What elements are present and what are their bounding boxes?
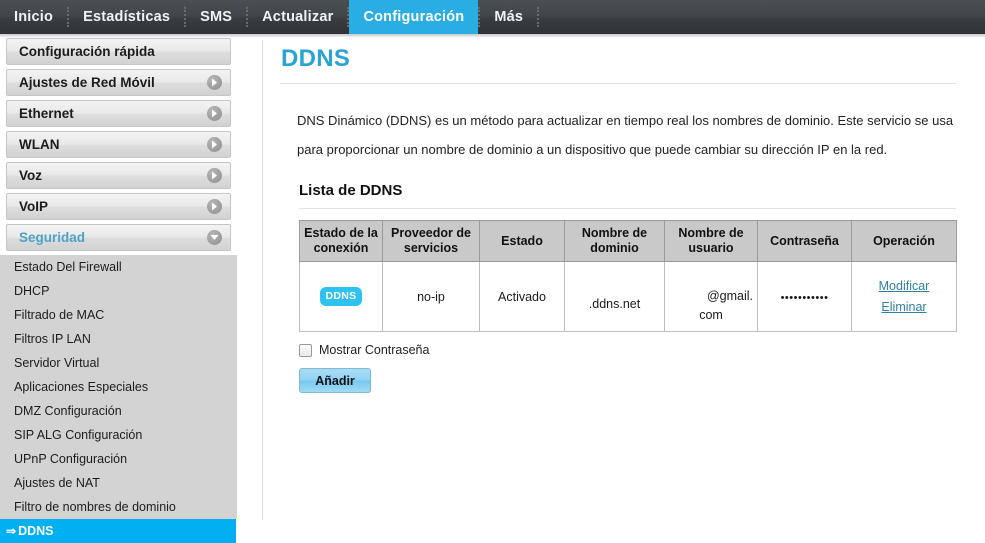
nav-item-inicio[interactable]: Inicio	[0, 0, 67, 34]
section-divider	[299, 208, 956, 209]
sidebar-item-label: Configuración rápida	[19, 44, 222, 59]
domain-suffix: .ddns.net	[589, 297, 640, 311]
nav-item-actualizar[interactable]: Actualizar	[248, 0, 347, 34]
cell-operation: Modificar Eliminar	[852, 262, 957, 332]
sidebar-item-label: Servidor Virtual	[14, 356, 99, 370]
sidebar-submenu-seguridad: Estado Del Firewall DHCP Filtrado de MAC…	[0, 255, 237, 543]
column-header-connection-status: Estado de la conexión	[300, 221, 383, 262]
column-header-domain-name: Nombre de dominio	[565, 221, 665, 262]
sidebar-item-voz[interactable]: Voz	[6, 162, 231, 189]
nav-item-mas[interactable]: Más	[480, 0, 537, 34]
sidebar-item-aplicaciones-especiales[interactable]: Aplicaciones Especiales	[0, 375, 237, 399]
chevron-right-icon	[207, 199, 222, 214]
modify-link[interactable]: Modificar	[856, 276, 952, 297]
nav-item-estadisticas[interactable]: Estadísticas	[69, 0, 184, 34]
sidebar-item-label: WLAN	[19, 137, 207, 152]
sidebar-item-ajustes-de-nat[interactable]: Ajustes de NAT	[0, 471, 237, 495]
redaction-block-username	[700, 271, 752, 285]
sidebar-item-wlan[interactable]: WLAN	[6, 131, 231, 158]
nav-separator	[246, 7, 248, 27]
sidebar-item-label: Ethernet	[19, 106, 207, 121]
ddns-status-badge: DDNS	[320, 287, 363, 306]
sidebar-item-filtros-ip-lan[interactable]: Filtros IP LAN	[0, 327, 237, 351]
sidebar-item-estado-del-firewall[interactable]: Estado Del Firewall	[0, 255, 237, 279]
sidebar-item-dhcp[interactable]: DHCP	[0, 279, 237, 303]
sidebar-item-label: Ajustes de Red Móvil	[19, 75, 207, 90]
redaction-block-domain	[592, 282, 638, 297]
sidebar-item-label: Estado Del Firewall	[14, 260, 122, 274]
sidebar-item-ajustes-de-red-movil[interactable]: Ajustes de Red Móvil	[6, 69, 231, 96]
cell-password: •••••••••••	[758, 262, 852, 332]
sidebar-item-label: SIP ALG Configuración	[14, 428, 142, 442]
show-password-row: Mostrar Contraseña	[299, 343, 980, 357]
top-navigation: Inicio Estadísticas SMS Actualizar Confi…	[0, 0, 985, 34]
sidebar-item-voip[interactable]: VoIP	[6, 193, 231, 220]
nav-separator	[537, 7, 539, 27]
cell-connection-status: DDNS	[300, 262, 383, 332]
nav-separator	[478, 7, 480, 27]
sidebar-item-label: Filtro de nombres de dominio	[14, 500, 176, 514]
sidebar-item-label: Ajustes de NAT	[14, 476, 100, 490]
sidebar-item-label: VoIP	[19, 199, 207, 214]
sidebar-content-divider	[262, 40, 263, 520]
sidebar-item-filtro-de-nombres-de-dominio[interactable]: Filtro de nombres de dominio	[0, 495, 237, 519]
intro-text: DNS Dinámico (DDNS) es un método para ac…	[297, 106, 957, 164]
sidebar-item-label: Filtrado de MAC	[14, 308, 104, 322]
main-content: DDNS DNS Dinámico (DDNS) es un método pa…	[280, 45, 980, 393]
column-header-username: Nombre de usuario	[665, 221, 758, 262]
cell-domain-name: .ddns.net	[565, 262, 665, 332]
ddns-table: Estado de la conexión Proveedor de servi…	[299, 220, 957, 332]
column-header-password: Contraseña	[758, 221, 852, 262]
nav-item-configuracion[interactable]: Configuración	[349, 0, 478, 34]
nav-item-sms[interactable]: SMS	[186, 0, 246, 34]
cell-status: Activado	[480, 262, 565, 332]
column-header-service-provider: Proveedor de servicios	[383, 221, 480, 262]
nav-separator	[347, 7, 349, 27]
chevron-down-icon	[207, 230, 222, 245]
sidebar-item-label: UPnP Configuración	[14, 452, 127, 466]
chevron-right-icon	[207, 168, 222, 183]
cell-username: @gmail. com	[665, 262, 758, 332]
arrow-right-icon: ⇒	[6, 524, 16, 538]
section-title: Lista de DDNS	[299, 182, 980, 199]
sidebar-item-label: Aplicaciones Especiales	[14, 380, 148, 394]
sidebar-item-upnp-configuracion[interactable]: UPnP Configuración	[0, 447, 237, 471]
delete-link[interactable]: Eliminar	[856, 297, 952, 318]
nav-separator	[67, 7, 69, 27]
password-mask: •••••••••••	[781, 292, 829, 304]
title-divider	[280, 83, 956, 84]
sidebar-item-label: DDNS	[18, 524, 53, 538]
nav-separator	[184, 7, 186, 27]
sidebar-item-sip-alg-configuracion[interactable]: SIP ALG Configuración	[0, 423, 237, 447]
sidebar-item-label: DMZ Configuración	[14, 404, 122, 418]
sidebar-item-dmz-configuracion[interactable]: DMZ Configuración	[0, 399, 237, 423]
column-header-status: Estado	[480, 221, 565, 262]
username-line-2: com	[669, 306, 753, 325]
chevron-right-icon	[207, 75, 222, 90]
sidebar-item-label: DHCP	[14, 284, 49, 298]
chevron-right-icon	[207, 106, 222, 121]
chevron-right-icon	[207, 137, 222, 152]
sidebar-item-label: Seguridad	[19, 230, 207, 245]
sidebar-item-seguridad[interactable]: Seguridad	[6, 224, 231, 251]
table-header-row: Estado de la conexión Proveedor de servi…	[300, 221, 957, 262]
sidebar: Configuración rápida Ajustes de Red Móvi…	[0, 38, 237, 543]
username-line-1: @gmail.	[669, 268, 753, 306]
add-button[interactable]: Añadir	[299, 368, 371, 393]
show-password-label: Mostrar Contraseña	[319, 343, 429, 357]
sidebar-item-label: Voz	[19, 168, 207, 183]
sidebar-item-configuracion-rapida[interactable]: Configuración rápida	[6, 38, 231, 65]
username-suffix: @gmail.	[707, 289, 753, 303]
page-title: DDNS	[281, 45, 980, 73]
sidebar-item-filtrado-de-mac[interactable]: Filtrado de MAC	[0, 303, 237, 327]
table-row: DDNS no-ip Activado .ddns.net @gmail. co…	[300, 262, 957, 332]
cell-service-provider: no-ip	[383, 262, 480, 332]
sidebar-item-servidor-virtual[interactable]: Servidor Virtual	[0, 351, 237, 375]
sidebar-item-label: Filtros IP LAN	[14, 332, 91, 346]
sidebar-item-ddns[interactable]: ⇒ DDNS	[0, 519, 236, 543]
show-password-checkbox[interactable]	[299, 344, 312, 357]
column-header-operation: Operación	[852, 221, 957, 262]
sidebar-item-ethernet[interactable]: Ethernet	[6, 100, 231, 127]
